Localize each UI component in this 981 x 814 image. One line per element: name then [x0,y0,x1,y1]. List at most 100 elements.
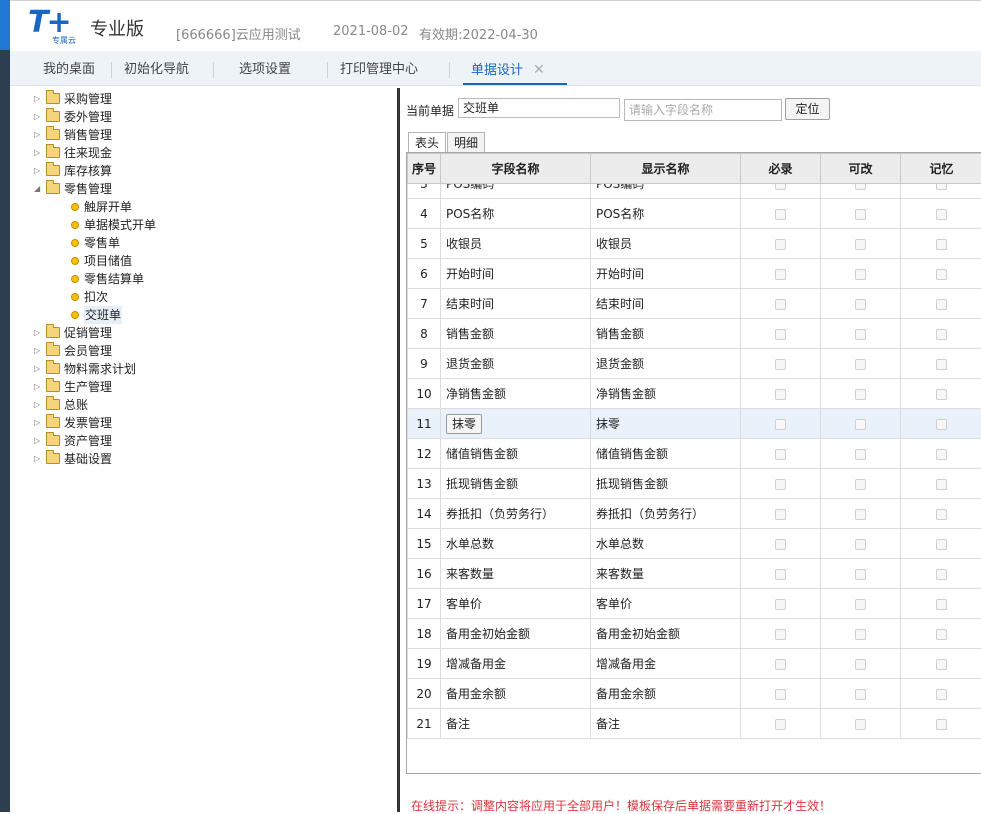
table-row[interactable]: 20备用金余额备用金余额 [408,679,981,709]
tree-leaf[interactable]: 零售单 [30,234,390,252]
cell-field-name[interactable]: 客单价 [441,589,591,619]
tree-leaf[interactable]: 项目储值 [30,252,390,270]
tab-options[interactable]: 选项设置 [239,51,291,85]
cell-display-name[interactable]: 净销售金额 [591,379,741,409]
cell-display-name[interactable]: 来客数量 [591,559,741,589]
expand-arrow-icon[interactable]: ▷ [34,360,44,378]
cell-display-name[interactable]: 备注 [591,709,741,739]
checkbox[interactable] [775,299,786,310]
checkbox[interactable] [855,629,866,640]
current-bill-field[interactable]: 交班单 [458,98,620,118]
table-row[interactable]: 4POS名称POS名称 [408,199,981,229]
tree-leaf[interactable]: 单据模式开单 [30,216,390,234]
checkbox[interactable] [775,359,786,370]
checkbox[interactable] [936,329,947,340]
tree-folder-sales[interactable]: ▷销售管理 [30,126,390,144]
table-row[interactable]: 19增减备用金增减备用金 [408,649,981,679]
tree-folder-production[interactable]: ▷生产管理 [30,378,390,396]
table-row[interactable]: 8销售金额销售金额 [408,319,981,349]
cell-display-name[interactable]: 增减备用金 [591,649,741,679]
checkbox[interactable] [855,599,866,610]
tree-folder-basic-settings[interactable]: ▷基础设置 [30,450,390,468]
expand-arrow-icon[interactable]: ▷ [34,126,44,144]
cell-field-name[interactable]: 备用金余额 [441,679,591,709]
cell-no[interactable]: 15 [408,529,441,559]
tab-print-center[interactable]: 打印管理中心 [340,51,418,85]
checkbox[interactable] [855,269,866,280]
checkbox[interactable] [775,269,786,280]
col-header-memory[interactable]: 记忆 [901,154,981,184]
expand-arrow-icon[interactable]: ▷ [34,144,44,162]
checkbox[interactable] [855,389,866,400]
locate-button[interactable]: 定位 [785,98,830,120]
cell-no[interactable]: 9 [408,349,441,379]
cell-field-name[interactable]: 抵现销售金额 [441,469,591,499]
checkbox[interactable] [936,479,947,490]
cell-field-name[interactable]: 结束时间 [441,289,591,319]
cell-display-name[interactable]: 退货金额 [591,349,741,379]
table-row[interactable]: 16来客数量来客数量 [408,559,981,589]
cell-field-name[interactable]: 水单总数 [441,529,591,559]
tab-close-icon[interactable]: ✕ [533,62,545,78]
table-row[interactable]: 13抵现销售金额抵现销售金额 [408,469,981,499]
expand-arrow-icon[interactable]: ▷ [34,450,44,468]
checkbox[interactable] [855,359,866,370]
cell-field-name[interactable]: 备注 [441,709,591,739]
expand-arrow-icon[interactable]: ▷ [34,108,44,126]
cell-no[interactable]: 14 [408,499,441,529]
checkbox[interactable] [775,479,786,490]
table-row[interactable]: 18备用金初始金额备用金初始金额 [408,619,981,649]
checkbox[interactable] [855,509,866,520]
tree-leaf[interactable]: 扣次 [30,288,390,306]
expand-arrow-icon[interactable]: ▷ [34,396,44,414]
table-row[interactable]: 21备注备注 [408,709,981,739]
table-row[interactable]: 15水单总数水单总数 [408,529,981,559]
checkbox[interactable] [855,299,866,310]
checkbox[interactable] [855,209,866,220]
col-header-required[interactable]: 必录 [741,154,821,184]
table-row[interactable]: 10净销售金额净销售金额 [408,379,981,409]
checkbox[interactable] [936,269,947,280]
checkbox[interactable] [775,689,786,700]
cell-field-name[interactable]: 储值销售金额 [441,439,591,469]
cell-display-name[interactable]: 抵现销售金额 [591,469,741,499]
checkbox[interactable] [936,539,947,550]
cell-field-name[interactable]: 抹零 [441,409,591,439]
expand-arrow-icon[interactable]: ▷ [34,324,44,342]
checkbox[interactable] [936,659,947,670]
cell-field-name[interactable]: 券抵扣（负劳务行） [441,499,591,529]
cell-display-name[interactable]: 水单总数 [591,529,741,559]
table-row[interactable]: 11抹零抹零 [408,409,981,439]
cell-no[interactable]: 4 [408,199,441,229]
expand-arrow-icon[interactable]: ▷ [34,162,44,180]
cell-display-name[interactable]: 储值销售金额 [591,439,741,469]
checkbox[interactable] [936,509,947,520]
collapse-arrow-icon[interactable]: ◢ [34,180,44,198]
checkbox[interactable] [775,449,786,460]
cell-field-name[interactable]: 收银员 [441,229,591,259]
tree-leaf[interactable]: 零售结算单 [30,270,390,288]
cell-display-name[interactable]: 客单价 [591,589,741,619]
checkbox[interactable] [775,239,786,250]
checkbox[interactable] [936,299,947,310]
checkbox[interactable] [855,659,866,670]
cell-no[interactable]: 20 [408,679,441,709]
tree-folder-purchase[interactable]: ▷采购管理 [30,90,390,108]
cell-no[interactable]: 19 [408,649,441,679]
checkbox[interactable] [855,449,866,460]
checkbox[interactable] [775,659,786,670]
tree-folder-inventory[interactable]: ▷库存核算 [30,162,390,180]
col-header-no[interactable]: 序号 [408,154,441,184]
checkbox[interactable] [855,329,866,340]
checkbox[interactable] [775,629,786,640]
checkbox[interactable] [775,419,786,430]
cell-field-name[interactable]: 退货金额 [441,349,591,379]
checkbox[interactable] [855,719,866,730]
tree-folder-outsource[interactable]: ▷委外管理 [30,108,390,126]
cell-no[interactable]: 13 [408,469,441,499]
panel-splitter[interactable] [397,88,400,812]
tree-folder-ledger[interactable]: ▷总账 [30,396,390,414]
cell-no[interactable]: 17 [408,589,441,619]
table-row[interactable]: 7结束时间结束时间 [408,289,981,319]
checkbox[interactable] [936,389,947,400]
